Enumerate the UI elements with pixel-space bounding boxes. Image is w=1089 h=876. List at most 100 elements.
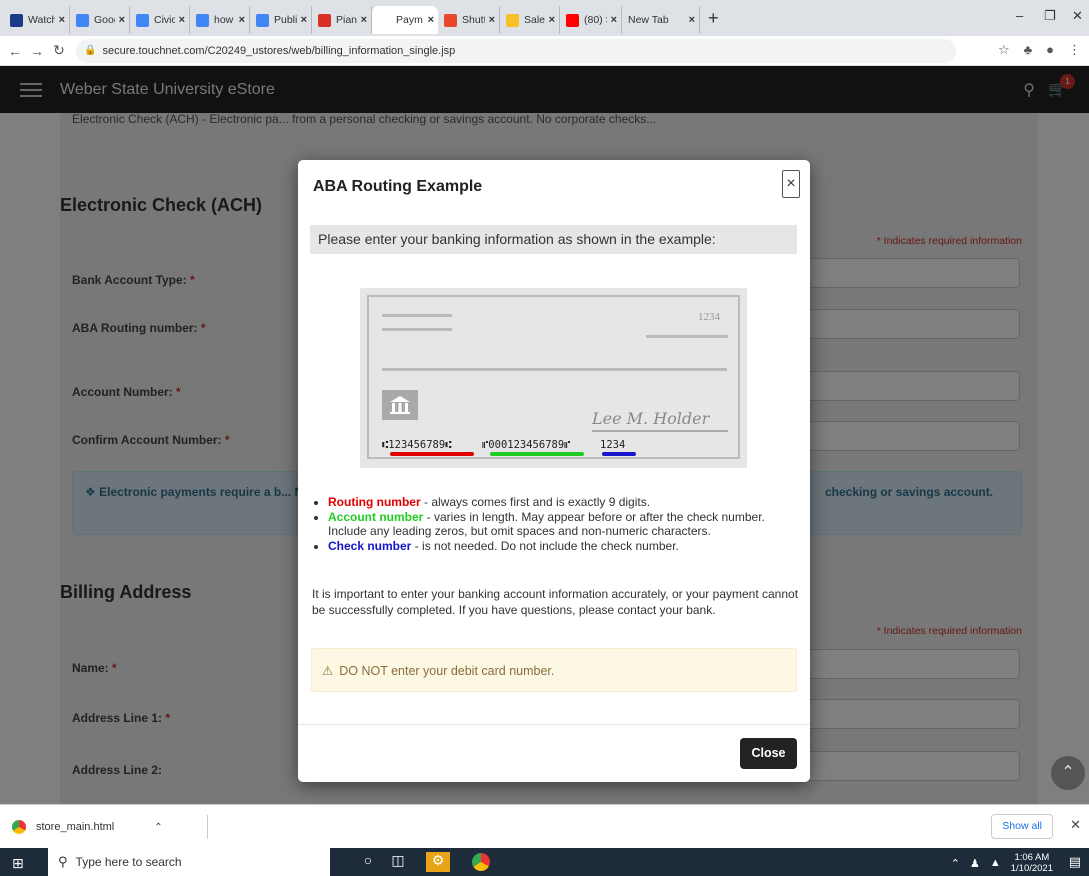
micr-routing: ⑆123456789⑆ (382, 439, 452, 451)
check-line (382, 314, 452, 317)
disney-icon (10, 13, 23, 27)
network-icon[interactable]: ▲ (990, 857, 1001, 869)
browser-tab-label: Sales (524, 14, 545, 26)
tab-close-icon[interactable]: × (489, 14, 495, 26)
browser-tab-label: New Tab (628, 14, 669, 26)
tab-close-icon[interactable]: × (361, 14, 367, 26)
search-icon: ⚲ (58, 854, 68, 869)
check-number-text: 1234 (698, 311, 721, 323)
check-line (646, 335, 728, 338)
downloads-bar: store_main.html ⌃ Show all ✕ (0, 804, 1089, 848)
profile-icon[interactable]: ● (1046, 42, 1054, 58)
google-docs-icon (76, 13, 89, 27)
back-icon[interactable]: ← (4, 43, 26, 59)
maximize-button[interactable]: ❐ (1044, 8, 1056, 24)
browser-tab-label: Piano (336, 14, 357, 26)
sales-icon (506, 13, 519, 27)
bank-icon (382, 390, 418, 420)
chrome-menu-icon[interactable]: ⋮ (1068, 42, 1081, 58)
people-icon[interactable]: ♟ (970, 857, 980, 870)
modal-header: ABA Routing Example × (298, 160, 810, 216)
browser-tab-strip: Watch×Goog×Civic×how t×Public×Piano×Paym… (0, 0, 1089, 36)
shutterfly-icon (444, 13, 457, 27)
browser-tab[interactable]: Watch × (4, 6, 70, 34)
page-viewport: Weber State University eStore ⚲ 🛒 1 Elec… (0, 66, 1089, 804)
modal-close-x-button[interactable]: × (782, 170, 800, 198)
bookmark-star-icon[interactable]: ☆ (998, 42, 1010, 58)
settings-gear-icon[interactable]: ⚙ (426, 852, 450, 872)
micr-account: ⑈000123456789⑈ (482, 439, 571, 451)
browser-tab-label: Goog (94, 14, 115, 26)
show-all-button[interactable]: Show all (991, 814, 1053, 839)
tab-close-icon[interactable]: × (611, 14, 617, 26)
browser-tab-label: Shutt (462, 14, 485, 26)
tab-close-icon[interactable]: × (119, 14, 125, 26)
browser-tab[interactable]: Piano × (312, 6, 372, 34)
close-button[interactable]: Close (740, 738, 797, 769)
tray-chevron-icon[interactable]: ⌃ (951, 857, 960, 870)
url-field[interactable]: 🔒 secure.touchnet.com/C20249_ustores/web… (76, 38, 956, 63)
explanation-list: Routing number - always comes first and … (328, 495, 798, 553)
minimize-button[interactable]: – (1016, 8, 1023, 23)
tab-close-icon[interactable]: × (179, 14, 185, 26)
debit-card-warning: ⚠ DO NOT enter your debit card number. (311, 648, 797, 692)
task-view-icon[interactable]: ◫ (386, 852, 410, 872)
browser-tab-label: Watch (28, 14, 55, 26)
check-line (382, 328, 452, 331)
tab-close-icon[interactable]: × (301, 14, 307, 26)
routing-bullet: Routing number - always comes first and … (328, 495, 798, 510)
chevron-up-icon[interactable]: ⌃ (154, 822, 162, 833)
browser-tab-label: (80) S (584, 14, 607, 26)
windows-taskbar: ⊞ ⚲ Type here to search ○ ◫ ⚙ ⌃ ♟ ▲ 1:06… (0, 848, 1089, 876)
check-bullet: Check number - is not needed. Do not inc… (328, 539, 798, 554)
tab-close-icon[interactable]: × (428, 14, 434, 26)
browser-tab[interactable]: Civic × (130, 6, 190, 34)
extensions-icon[interactable]: ♣ (1024, 42, 1033, 58)
browser-tab[interactable]: Sales × (500, 6, 560, 34)
browser-tab[interactable]: (80) S × (560, 6, 622, 34)
browser-tab-label: Paym (396, 14, 423, 26)
tab-close-icon[interactable]: × (689, 14, 695, 26)
scroll-to-top-button[interactable]: ⌃ (1051, 756, 1085, 790)
clock[interactable]: 1:06 AM 1/10/2021 (1011, 852, 1053, 874)
aba-routing-modal: ABA Routing Example × Please enter your … (298, 160, 810, 782)
tab-close-icon[interactable]: × (549, 14, 555, 26)
forward-icon[interactable]: → (26, 43, 48, 59)
important-note: It is important to enter your banking ac… (312, 587, 799, 617)
close-downloads-icon[interactable]: ✕ (1070, 817, 1081, 833)
new-tab-button[interactable]: + (708, 8, 719, 29)
modal-title: ABA Routing Example (313, 178, 483, 195)
signature-text: Lee M. Holder (591, 409, 711, 428)
browser-tab[interactable]: how t × (190, 6, 250, 34)
reload-icon[interactable]: ↻ (48, 42, 70, 59)
download-item[interactable]: store_main.html ⌃ (12, 815, 208, 839)
window-close-button[interactable]: ✕ (1072, 8, 1083, 24)
notifications-icon[interactable]: ▤ (1069, 854, 1081, 870)
check-line (382, 368, 727, 371)
browser-tab[interactable]: Shutt × (438, 6, 500, 34)
account-bullet: Account number - varies in length. May a… (328, 510, 798, 539)
modal-footer-divider (298, 724, 810, 725)
tab-close-icon[interactable]: × (239, 14, 245, 26)
gmail-icon (318, 13, 331, 27)
micr-check: 1234 (600, 439, 625, 451)
browser-tab[interactable]: Goog × (70, 6, 130, 34)
taskbar-search-placeholder: Type here to search (75, 855, 182, 869)
browser-tab[interactable]: Public × (250, 6, 312, 34)
sample-check-image: 1234 Lee M. Holder ⑆123456789⑆ ⑈00012345… (360, 288, 747, 468)
clock-date: 1/10/2021 (1010, 863, 1053, 874)
address-bar: ← → ↻ 🔒 secure.touchnet.com/C20249_ustor… (0, 36, 1089, 66)
url-text: secure.touchnet.com/C20249_ustores/web/b… (102, 44, 456, 57)
cortana-icon[interactable]: ○ (356, 852, 380, 872)
windows-start-icon[interactable]: ⊞ (12, 855, 24, 872)
lock-icon: 🔒 (84, 45, 97, 56)
system-tray: ⌃ ♟ ▲ 1:06 AM 1/10/2021 (951, 852, 1053, 874)
browser-tab[interactable]: New Tab × (622, 6, 700, 34)
chrome-taskbar-icon[interactable] (470, 851, 492, 873)
browser-tab[interactable]: Paym × (372, 6, 438, 34)
taskbar-search[interactable]: ⚲ Type here to search (48, 848, 330, 876)
warning-text: DO NOT enter your debit card number. (339, 664, 555, 678)
tab-close-icon[interactable]: × (59, 14, 65, 26)
chrome-file-icon (12, 820, 26, 834)
youtube-icon (566, 13, 579, 27)
